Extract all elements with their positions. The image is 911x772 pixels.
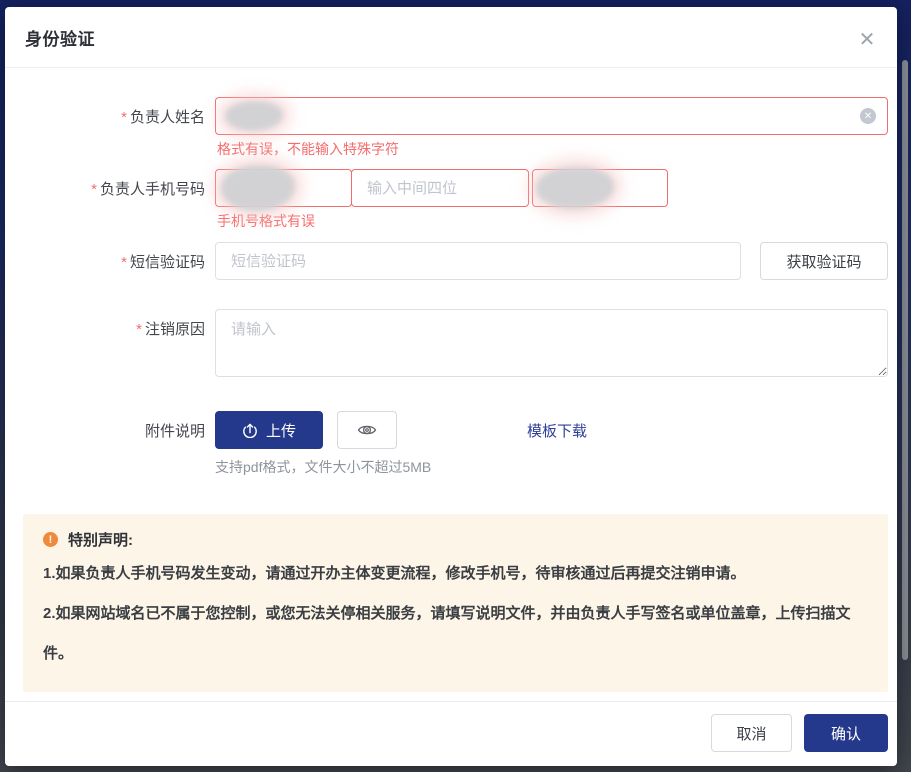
field-row-phone: *负责人手机号码 手机号格式有误 bbox=[25, 169, 888, 230]
sms-code-input[interactable] bbox=[215, 242, 741, 280]
get-sms-code-button[interactable]: 获取验证码 bbox=[760, 242, 888, 280]
clear-input-icon[interactable]: ✕ bbox=[860, 108, 876, 124]
field-row-cancel-reason: *注销原因 bbox=[25, 309, 888, 382]
upload-button-label: 上传 bbox=[266, 420, 296, 441]
identity-verification-dialog: 身份验证 ✕ *负责人姓名 ✕ 格式有误，不能输入特殊字符 *负责人手机号码 bbox=[5, 7, 897, 766]
eye-icon bbox=[357, 422, 377, 438]
sms-code-label: *短信验证码 bbox=[25, 242, 205, 272]
required-asterisk: * bbox=[136, 321, 142, 338]
required-asterisk: * bbox=[121, 109, 127, 126]
dialog-header: 身份验证 ✕ bbox=[5, 7, 897, 68]
confirm-button[interactable]: 确认 bbox=[804, 714, 888, 752]
field-row-sms-code: *短信验证码 获取验证码 bbox=[25, 242, 888, 280]
phone-middle-input[interactable] bbox=[351, 169, 529, 207]
upload-icon bbox=[242, 422, 258, 438]
dialog-body: *负责人姓名 ✕ 格式有误，不能输入特殊字符 *负责人手机号码 bbox=[5, 68, 897, 701]
statement-item-1: 1.如果负责人手机号码发生变动，请通过开办主体变更流程，修改手机号，待审核通过后… bbox=[43, 554, 868, 594]
cancel-reason-textarea[interactable] bbox=[215, 309, 888, 377]
dialog-title: 身份验证 bbox=[25, 25, 95, 50]
field-row-responsible-name: *负责人姓名 ✕ 格式有误，不能输入特殊字符 bbox=[25, 97, 888, 158]
special-statement-box: ! 特别声明: 1.如果负责人手机号码发生变动，请通过开办主体变更流程，修改手机… bbox=[23, 514, 888, 692]
cancel-reason-label: *注销原因 bbox=[25, 309, 205, 339]
field-row-attachment: 附件说明 上传 bbox=[25, 411, 888, 477]
preview-button[interactable] bbox=[337, 411, 397, 449]
required-asterisk: * bbox=[91, 181, 97, 198]
upload-button[interactable]: 上传 bbox=[215, 411, 323, 449]
required-asterisk: * bbox=[121, 254, 127, 271]
responsible-name-input[interactable] bbox=[215, 97, 888, 135]
phone-error-text: 手机号格式有误 bbox=[217, 211, 888, 230]
cancel-button[interactable]: 取消 bbox=[711, 714, 792, 752]
warning-info-icon: ! bbox=[43, 532, 58, 547]
special-statement-title: 特别声明: bbox=[68, 529, 133, 550]
phone-prefix-input[interactable] bbox=[215, 169, 352, 207]
upload-hint-text: 支持pdf格式，文件大小不超过5MB bbox=[215, 457, 888, 477]
responsible-name-label: *负责人姓名 bbox=[25, 97, 205, 127]
name-error-text: 格式有误，不能输入特殊字符 bbox=[217, 139, 888, 158]
dialog-footer: 取消 确认 bbox=[5, 701, 897, 766]
phone-label: *负责人手机号码 bbox=[25, 169, 205, 199]
close-icon[interactable]: ✕ bbox=[853, 25, 881, 53]
attachment-label: 附件说明 bbox=[25, 411, 205, 441]
template-download-link[interactable]: 模板下载 bbox=[527, 420, 587, 441]
statement-item-2: 2.如果网站域名已不属于您控制，或您无法关停相关服务，请填写说明文件，并由负责人… bbox=[43, 594, 868, 674]
page-scrollbar bbox=[902, 60, 908, 660]
phone-suffix-input[interactable] bbox=[532, 169, 668, 207]
